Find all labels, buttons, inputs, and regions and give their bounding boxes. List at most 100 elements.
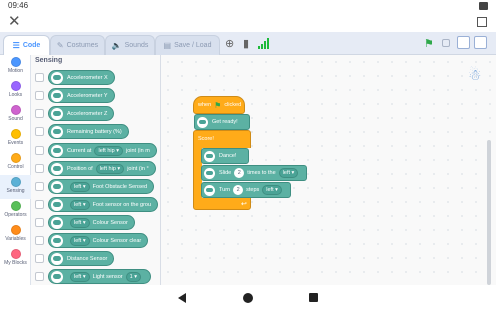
tab-sounds-label: Sounds: [124, 42, 149, 49]
joint-position-block[interactable]: Position of left hip ▾ joint (in °: [48, 161, 156, 176]
side-dropdown[interactable]: left ▾: [70, 271, 90, 282]
sound-dot-icon: [10, 105, 21, 115]
robot-icon: [204, 150, 215, 162]
palette-row: left ▾ Foot Obstacle Sensed: [31, 179, 160, 195]
accelerometer-x-block[interactable]: Accelerometer X: [48, 70, 115, 85]
category-sound[interactable]: Sound: [0, 103, 31, 127]
monitor-checkbox[interactable]: [35, 146, 44, 155]
home-icon[interactable]: [243, 293, 253, 303]
tab-costumes[interactable]: ✎ Costumes: [50, 35, 105, 55]
accelerometer-z-block[interactable]: Accelerometer Z: [48, 106, 115, 121]
workspace-scrollbar[interactable]: [487, 140, 491, 285]
monitor-checkbox[interactable]: [35, 218, 44, 227]
turn-direction-dropdown[interactable]: left ▾: [262, 185, 282, 195]
joint-dropdown[interactable]: left hip ▾: [94, 145, 123, 156]
slide-direction-dropdown[interactable]: left ▾: [278, 168, 299, 178]
status-bar: 09:46: [0, 0, 496, 12]
palette-row: Remaining battery (%): [31, 124, 160, 140]
operators-dot-icon: [10, 201, 21, 211]
joint-dropdown[interactable]: left hip ▾: [95, 163, 125, 174]
dance-block[interactable]: Dance!: [201, 148, 249, 164]
robot-icon: [51, 252, 63, 265]
tab-sounds[interactable]: 🔈 Sounds: [105, 35, 155, 55]
sensor-number-dropdown[interactable]: 1 ▾: [125, 271, 141, 282]
battery-status-icon: ▮: [243, 38, 250, 50]
monitor-checkbox[interactable]: [35, 182, 44, 191]
brush-icon: ✎: [56, 41, 64, 50]
tab-code[interactable]: ☰ Code: [3, 35, 50, 55]
category-control[interactable]: Control: [0, 151, 31, 175]
tab-save-load[interactable]: ▤ Save / Load: [155, 35, 220, 55]
system-navigation-bar: [0, 285, 496, 310]
category-looks[interactable]: Looks: [0, 79, 31, 103]
robot-icon: [197, 116, 208, 128]
monitor-checkbox[interactable]: [35, 236, 44, 245]
monitor-checkbox[interactable]: [35, 73, 44, 82]
robot-icon: [51, 270, 63, 283]
turn-count-input[interactable]: 2: [233, 185, 244, 195]
stop-icon[interactable]: [442, 39, 450, 47]
small-stage-button[interactable]: [457, 36, 470, 49]
robot-icon: [51, 125, 63, 138]
category-operators[interactable]: Operators: [0, 199, 31, 223]
category-my-blocks[interactable]: My Blocks: [0, 247, 31, 271]
events-dot-icon: [10, 129, 21, 139]
joint-current-block[interactable]: Current at left hip ▾ joint (in m: [48, 143, 157, 158]
colour-sensor-block[interactable]: left ▾ Colour Sensor: [48, 215, 135, 230]
tab-code-label: Code: [22, 42, 41, 49]
battery-icon: [479, 2, 488, 10]
side-dropdown[interactable]: left ▾: [70, 235, 90, 246]
tab-costumes-label: Costumes: [66, 42, 99, 49]
category-variables[interactable]: Variables: [0, 223, 31, 247]
palette-row: Accelerometer Z: [31, 106, 160, 122]
side-dropdown[interactable]: left ▾: [70, 199, 90, 210]
monitor-checkbox[interactable]: [35, 200, 44, 209]
light-sensor-block[interactable]: left ▾ Light sensor 1 ▾: [48, 269, 151, 284]
close-icon[interactable]: ✕: [8, 13, 21, 30]
monitor-checkbox[interactable]: [35, 254, 44, 263]
green-flag-icon[interactable]: ⚑: [424, 37, 434, 50]
remaining-battery-block[interactable]: Remaining battery (%): [48, 124, 129, 139]
colour-sensor-clear-block[interactable]: left ▾ Colour Sensor clear: [48, 233, 149, 248]
robot-icon: [204, 167, 215, 179]
code-icon: ☰: [12, 41, 20, 50]
foot-sensor-block[interactable]: left ▾ Foot sensor on the grou: [48, 197, 159, 212]
motion-dot-icon: [10, 57, 21, 67]
palette-row: Accelerometer X: [31, 70, 160, 86]
palette-row: left ▾ Colour Sensor clear: [31, 233, 160, 249]
speaker-icon: 🔈: [111, 41, 122, 50]
category-sensing[interactable]: Sensing: [0, 175, 31, 199]
distance-sensor-block[interactable]: Distance Sensor: [48, 251, 115, 266]
slide-count-input[interactable]: 2: [234, 168, 245, 178]
back-icon[interactable]: [178, 293, 186, 303]
monitor-checkbox[interactable]: [35, 127, 44, 136]
category-motion[interactable]: Motion: [0, 55, 31, 79]
fullscreen-icon[interactable]: [477, 17, 487, 27]
turn-block[interactable]: Turn 2 steps left ▾: [201, 182, 291, 198]
foot-obstacle-block[interactable]: left ▾ Foot Obstacle Sensed: [48, 179, 155, 194]
category-events[interactable]: Events: [0, 127, 31, 151]
palette-section-title: Sensing: [35, 57, 63, 64]
monitor-checkbox[interactable]: [35, 109, 44, 118]
large-stage-button[interactable]: [474, 36, 487, 49]
palette-row: left ▾ Foot sensor on the grou: [31, 197, 160, 213]
palette-row: Distance Sensor: [31, 251, 160, 267]
robot-icon: [51, 162, 63, 175]
signal-strength-icon: [258, 38, 270, 49]
side-dropdown[interactable]: left ▾: [70, 217, 90, 228]
robot-sprite-icon[interactable]: ☃: [468, 66, 481, 84]
side-dropdown[interactable]: left ▾: [70, 181, 90, 192]
when-flag-clicked-block[interactable]: when ⚑ clicked: [193, 96, 245, 114]
robot-icon: [51, 198, 63, 211]
my-blocks-dot-icon: [10, 249, 21, 259]
globe-icon[interactable]: ⊕: [225, 37, 234, 50]
accelerometer-y-block[interactable]: Accelerometer Y: [48, 88, 115, 103]
monitor-checkbox[interactable]: [35, 91, 44, 100]
slide-block[interactable]: Slide 2 times to the left ▾: [201, 165, 308, 181]
recent-apps-icon[interactable]: [309, 293, 318, 302]
monitor-checkbox[interactable]: [35, 272, 44, 281]
monitor-checkbox[interactable]: [35, 164, 44, 173]
robot-icon: [51, 216, 63, 229]
robot-icon: [51, 180, 63, 193]
get-ready-block[interactable]: Get ready!: [194, 114, 250, 130]
